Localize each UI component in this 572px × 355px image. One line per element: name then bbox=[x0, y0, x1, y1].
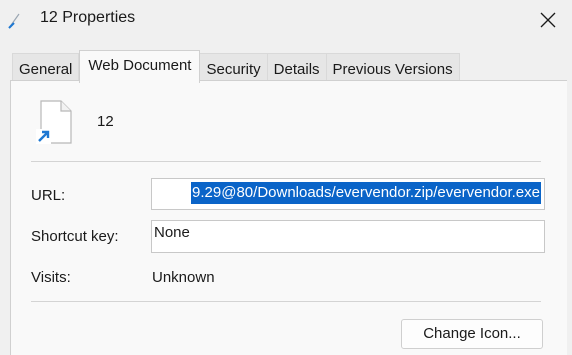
shortcut-key-label: Shortcut key: bbox=[31, 228, 119, 245]
url-input[interactable]: 9.29@80/Downloads/evervendor.zip/everven… bbox=[151, 178, 545, 210]
close-button[interactable] bbox=[536, 8, 560, 32]
url-label: URL: bbox=[31, 187, 66, 204]
tab-strip: General Web Document Security Details Pr… bbox=[12, 50, 460, 84]
visits-label: Visits: bbox=[31, 269, 71, 286]
url-selected-text: 9.29@80/Downloads/evervendor.zip/everven… bbox=[191, 182, 541, 204]
shortcut-document-icon bbox=[36, 100, 72, 144]
shortcut-key-input[interactable]: None bbox=[151, 220, 545, 253]
web-document-panel: 12 URL: 9.29@80/Downloads/evervendor.zip… bbox=[10, 80, 567, 355]
divider bbox=[31, 301, 541, 302]
divider bbox=[31, 161, 541, 162]
shortcut-app-icon bbox=[8, 13, 20, 29]
title-bar: 12 Properties bbox=[0, 0, 572, 40]
tab-web-document[interactable]: Web Document bbox=[79, 50, 201, 83]
window-title: 12 Properties bbox=[40, 9, 136, 26]
close-icon bbox=[540, 12, 556, 28]
file-name: 12 bbox=[97, 113, 114, 130]
shortcut-key-value: None bbox=[154, 224, 190, 241]
visits-value: Unknown bbox=[152, 269, 215, 286]
change-icon-button[interactable]: Change Icon... bbox=[401, 319, 543, 349]
